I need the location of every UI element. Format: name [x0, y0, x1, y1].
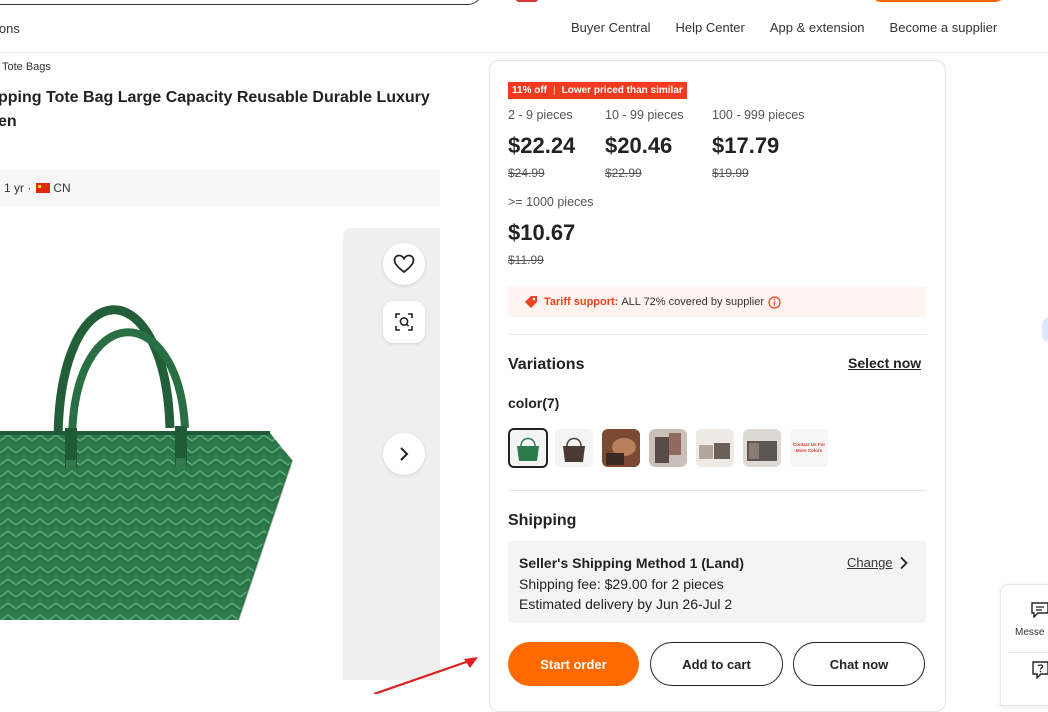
product-main-image[interactable]	[0, 228, 345, 680]
tier-range: 10 - 99 pieces	[605, 108, 684, 122]
messenger-label[interactable]: Messe	[1015, 627, 1044, 638]
tag-separator: |	[553, 85, 556, 96]
product-title-line2: en	[0, 113, 17, 130]
image-search-button[interactable]	[383, 301, 425, 343]
select-now-link[interactable]: Select now	[848, 355, 921, 371]
tier-old-price: $22.99	[605, 166, 642, 180]
photo-thumb	[743, 429, 781, 467]
discount-tag: 11% off | Lower priced than similar	[508, 82, 687, 99]
color-swatch[interactable]	[508, 428, 548, 468]
next-image-button[interactable]	[383, 433, 425, 475]
tier-price: $22.24	[508, 133, 576, 158]
nav-buyer-central[interactable]: Buyer Central	[571, 20, 650, 35]
supplier-country: CN	[53, 181, 71, 195]
tier-range: 100 - 999 pieces	[712, 108, 805, 122]
tag-icon	[525, 296, 537, 308]
info-icon[interactable]	[768, 295, 781, 309]
chevron-right-icon[interactable]	[899, 556, 909, 570]
breadcrumb[interactable]: Tote Bags	[2, 61, 51, 73]
divider	[508, 334, 926, 335]
color-swatch[interactable]	[743, 429, 781, 467]
more-colors-text: Contact Us For More Colors	[792, 442, 826, 453]
annotation-arrow	[373, 657, 478, 694]
tier-old-price: $19.99	[712, 166, 749, 180]
tariff-label: Tariff support:	[544, 296, 619, 308]
photo-thumb	[696, 429, 734, 467]
tier-old-price: $11.99	[508, 253, 544, 267]
side-widget-tab[interactable]	[1042, 318, 1048, 342]
photo-thumb	[602, 429, 640, 467]
color-label: color(7)	[508, 395, 560, 411]
flag-icon	[516, 0, 538, 2]
chat-now-button[interactable]: Chat now	[793, 642, 925, 686]
tier-old-price: $24.99	[508, 166, 545, 180]
discount-note: Lower priced than similar	[561, 85, 683, 96]
add-to-cart-button[interactable]: Add to cart	[650, 642, 783, 686]
color-swatch[interactable]	[602, 429, 640, 467]
brown-bag-thumb	[555, 429, 593, 467]
variations-heading: Variations	[508, 356, 585, 373]
product-title-line1: pping Tote Bag Large Capacity Reusable D…	[0, 89, 430, 106]
sign-in-button[interactable]	[871, 0, 1005, 2]
supplier-years: 1 yr ·	[4, 181, 32, 195]
shipping-fee: Shipping fee: $29.00 for 2 pieces	[519, 576, 724, 592]
photo-thumb	[649, 429, 687, 467]
tariff-support-banner: Tariff support: ALL 72% covered by suppl…	[508, 287, 926, 317]
discount-percent: 11% off	[512, 85, 548, 96]
help-icon[interactable]	[1032, 661, 1048, 679]
floating-help-panel: Messe	[1000, 584, 1048, 706]
more-colors-swatch[interactable]: Contact Us For More Colors	[790, 429, 828, 467]
color-swatch[interactable]	[555, 429, 593, 467]
divider	[508, 490, 926, 491]
chevron-right-icon	[400, 447, 409, 461]
nav-become-supplier[interactable]: Become a supplier	[890, 20, 998, 35]
tier-range: >= 1000 pieces	[508, 195, 594, 209]
tier-price: $10.67	[508, 220, 576, 245]
tier-range: 2 - 9 pieces	[508, 108, 573, 122]
divider	[1009, 652, 1048, 653]
color-swatch[interactable]	[696, 429, 734, 467]
image-search-icon	[395, 313, 413, 331]
start-order-button[interactable]: Start order	[508, 642, 639, 686]
messenger-icon[interactable]	[1031, 602, 1048, 618]
shipping-heading: Shipping	[508, 512, 577, 529]
search-bar[interactable]	[0, 0, 482, 5]
tier-price: $20.46	[605, 133, 673, 158]
green-bag-thumb	[510, 430, 546, 466]
china-flag-icon	[36, 183, 51, 193]
color-swatch[interactable]	[649, 429, 687, 467]
change-shipping-link[interactable]: Change	[847, 555, 893, 570]
tariff-text: ALL 72% covered by supplier	[621, 296, 765, 308]
nav-categories-label[interactable]: ions	[0, 21, 20, 36]
nav-app-extension[interactable]: App & extension	[770, 20, 865, 35]
product-title: pping Tote Bag Large Capacity Reusable D…	[0, 86, 448, 134]
heart-icon	[393, 254, 415, 274]
nav-help-center[interactable]: Help Center	[675, 20, 744, 35]
tote-bag-image	[0, 305, 293, 621]
favorite-button[interactable]	[383, 243, 425, 285]
top-nav-links: Buyer Central Help Center App & extensio…	[571, 20, 997, 35]
estimated-delivery: Estimated delivery by Jun 26-Jul 2	[519, 596, 733, 612]
supplier-info[interactable]: 1 yr · CN	[4, 181, 71, 195]
shipping-method: Seller's Shipping Method 1 (Land)	[519, 555, 745, 571]
nav-divider	[0, 52, 1048, 53]
tier-price: $17.79	[712, 133, 780, 158]
